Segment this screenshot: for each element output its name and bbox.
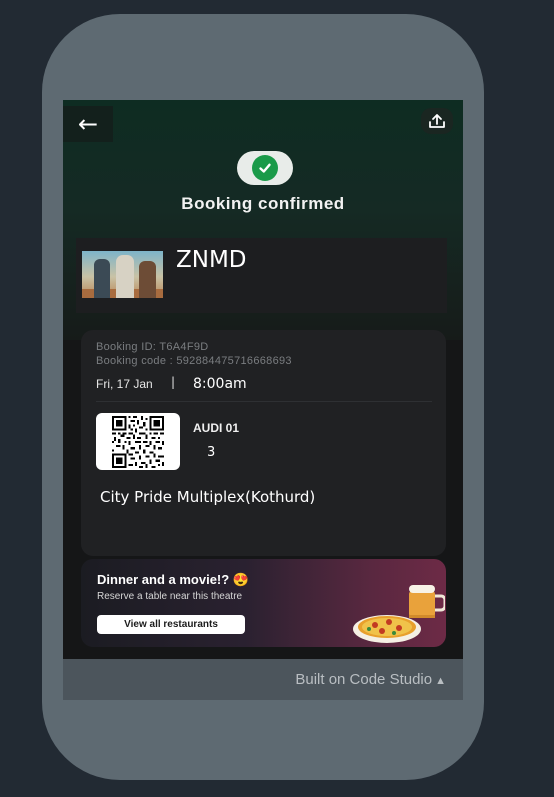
qr-code-icon — [96, 413, 180, 470]
show-date: Fri, 17 Jan — [96, 377, 153, 391]
date-time-separator: | — [171, 375, 176, 389]
success-badge — [237, 151, 293, 185]
built-on-footer[interactable]: Built on Code Studio ▲ — [63, 659, 463, 700]
footer-label: Built on Code Studio ▲ — [295, 671, 446, 688]
booking-code: Booking code : 592884475716668693 — [96, 355, 292, 367]
page-title: Booking confirmed — [181, 194, 345, 213]
heart-eyes-emoji-icon: 😍 — [232, 572, 250, 587]
back-arrow-icon: ← — [77, 110, 99, 138]
pizza-beer-illustration — [353, 585, 445, 643]
ticket-card: Booking ID: T6A4F9D Booking code : 59288… — [81, 330, 446, 556]
pizza-icon — [353, 615, 421, 643]
share-button[interactable] — [421, 108, 453, 134]
footer-text: Built on Code Studio — [295, 671, 433, 688]
theatre-name: City Pride Multiplex(Kothurd) — [100, 488, 316, 506]
beer-mug-icon — [409, 585, 445, 618]
share-upload-icon — [429, 114, 445, 128]
movie-title: ZNMD — [176, 247, 247, 273]
show-time: 8:00am — [193, 376, 247, 392]
booking-id: Booking ID: T6A4F9D — [96, 341, 209, 353]
back-button[interactable]: ← — [63, 106, 113, 142]
check-icon — [252, 155, 278, 181]
view-all-restaurants-button[interactable]: View all restaurants — [97, 615, 245, 634]
app-screen: ← Booking confirmed ZNMD Booking ID: T6A… — [63, 100, 463, 700]
promo-subtitle: Reserve a table near this theatre — [97, 591, 243, 602]
promo-title: Dinner and a movie!? 😍 — [97, 572, 249, 588]
dinner-promo-banner[interactable]: Dinner and a movie!? 😍 Reserve a table n… — [81, 559, 446, 647]
seat-number: 3 — [207, 445, 216, 460]
movie-poster — [82, 251, 163, 298]
divider — [96, 401, 432, 402]
caret-up-icon: ▲ — [435, 675, 446, 687]
audi-label: AUDI 01 — [193, 421, 240, 435]
movie-card: ZNMD — [76, 238, 447, 313]
promo-title-text: Dinner and a movie!? — [97, 572, 230, 587]
